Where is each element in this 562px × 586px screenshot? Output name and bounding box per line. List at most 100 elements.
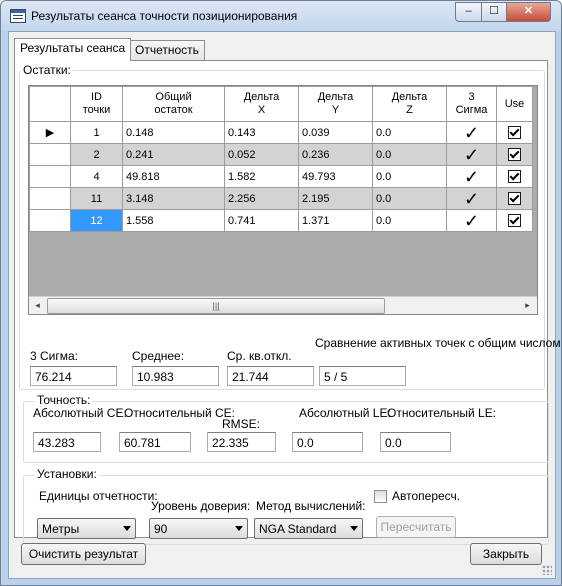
cell-sigma[interactable]: ✓ — [446, 187, 497, 210]
mean-field[interactable]: 10.983 — [132, 366, 219, 386]
mean-label: Среднее: — [132, 349, 185, 363]
close-button[interactable]: Закрыть — [470, 543, 542, 565]
row-header[interactable] — [29, 209, 71, 232]
window-title: Результаты сеанса точности позиционирова… — [31, 9, 298, 23]
title-bar[interactable]: Результаты сеанса точности позиционирова… — [1, 1, 561, 31]
table-row[interactable]: 2 0.241 0.052 0.236 0.0 ✓ — [29, 143, 533, 166]
minimize-button[interactable]: ‒ — [455, 2, 482, 22]
cell-use[interactable] — [496, 165, 533, 188]
scroll-right-arrow-icon[interactable]: ▸ — [519, 297, 536, 314]
cell-dy[interactable]: 0.236 — [298, 143, 373, 166]
cell-id[interactable]: 11 — [70, 187, 123, 210]
method-select[interactable]: NGA Standard — [254, 518, 363, 539]
cell-use[interactable] — [496, 121, 533, 144]
column-header-use[interactable]: Use — [496, 86, 533, 122]
cell-id[interactable]: 4 — [70, 165, 123, 188]
row-header[interactable] — [29, 143, 71, 166]
use-checkbox[interactable] — [508, 148, 521, 161]
cell-sigma[interactable]: ✓ — [446, 165, 497, 188]
abs-le-field[interactable]: 0.0 — [292, 432, 363, 452]
cell-total[interactable]: 3.148 — [122, 187, 225, 210]
checkmark-icon: ✓ — [463, 144, 480, 165]
cell-dz[interactable]: 0.0 — [372, 121, 447, 144]
row-header[interactable] — [29, 187, 71, 210]
cell-dx[interactable]: 1.582 — [224, 165, 299, 188]
cell-dx[interactable]: 0.143 — [224, 121, 299, 144]
resize-grip-icon[interactable] — [542, 565, 552, 575]
column-header-sigma[interactable]: 3 Сигма — [446, 86, 497, 122]
cell-sigma[interactable]: ✓ — [446, 121, 497, 144]
chevron-down-icon — [235, 526, 243, 531]
cell-use[interactable] — [496, 143, 533, 166]
horizontal-scrollbar[interactable]: ◂ ||| ▸ — [29, 296, 537, 314]
cell-sigma[interactable]: ✓ — [446, 143, 497, 166]
close-window-button[interactable]: ✕ — [506, 2, 551, 22]
auto-recalc-checkbox[interactable] — [374, 490, 387, 503]
rms-field[interactable]: 21.744 — [227, 366, 314, 386]
table-row[interactable]: ▶ 1 0.148 0.143 0.039 0.0 ✓ — [29, 121, 533, 144]
use-checkbox[interactable] — [508, 192, 521, 205]
cell-dx[interactable]: 0.052 — [224, 143, 299, 166]
abs-ce-field[interactable]: 43.283 — [33, 432, 101, 452]
cell-sigma[interactable]: ✓ — [446, 209, 497, 232]
cell-dx[interactable]: 0.741 — [224, 209, 299, 232]
cell-dz[interactable]: 0.0 — [372, 187, 447, 210]
column-header-dx[interactable]: Дельта X — [224, 86, 299, 122]
checkmark-icon: ✓ — [463, 166, 480, 187]
cell-dy[interactable]: 1.371 — [298, 209, 373, 232]
cell-dz[interactable]: 0.0 — [372, 209, 447, 232]
confidence-label: Уровень доверия: — [151, 499, 251, 513]
cell-total[interactable]: 49.818 — [122, 165, 225, 188]
table-row[interactable]: 4 49.818 1.582 49.793 0.0 ✓ — [29, 165, 533, 188]
column-header-dz[interactable]: Дельта Z — [372, 86, 447, 122]
table-window-icon — [10, 9, 26, 23]
confidence-select[interactable]: 90 — [149, 518, 248, 539]
use-checkbox[interactable] — [508, 214, 521, 227]
cell-total[interactable]: 1.558 — [122, 209, 225, 232]
clear-results-button[interactable]: Очистить результат — [21, 543, 146, 565]
tab-panel: Остатки: ID точки Общий остаток Дельта X Де — [14, 60, 561, 545]
table-row[interactable]: 11 3.148 2.256 2.195 0.0 ✓ — [29, 187, 533, 210]
rmse-field[interactable]: 22.335 — [207, 432, 276, 452]
units-select[interactable]: Метры — [37, 518, 136, 539]
cell-dz[interactable]: 0.0 — [372, 143, 447, 166]
rel-le-field[interactable]: 0.0 — [380, 432, 451, 452]
scroll-thumb[interactable]: ||| — [47, 298, 385, 314]
abs-ce-label: Абсолютный CE: — [33, 406, 127, 420]
cell-dz[interactable]: 0.0 — [372, 165, 447, 188]
row-header[interactable]: ▶ — [29, 121, 71, 144]
row-header[interactable] — [29, 165, 71, 188]
cell-dx[interactable]: 2.256 — [224, 187, 299, 210]
cell-total[interactable]: 0.148 — [122, 121, 225, 144]
rel-ce-field[interactable]: 60.781 — [119, 432, 191, 452]
cell-id[interactable]: 2 — [70, 143, 123, 166]
tab-session-results[interactable]: Результаты сеанса — [14, 38, 132, 61]
cell-id[interactable]: 12 — [70, 209, 123, 232]
use-checkbox[interactable] — [508, 170, 521, 183]
column-header-total[interactable]: Общий остаток — [122, 86, 225, 122]
active-ratio-field[interactable]: 5 / 5 — [319, 366, 406, 386]
abs-le-label: Абсолютный LE: — [299, 406, 391, 420]
checkmark-icon: ✓ — [463, 122, 480, 143]
maximize-button[interactable]: ☐ — [481, 2, 507, 22]
residuals-grid[interactable]: ID точки Общий остаток Дельта X Дельта Y Дел… — [28, 85, 538, 315]
column-header-id[interactable]: ID точки — [70, 86, 123, 122]
column-header-dy[interactable]: Дельта Y — [298, 86, 373, 122]
rel-le-label: Относительный LE: — [387, 406, 497, 420]
cell-dy[interactable]: 2.195 — [298, 187, 373, 210]
tab-reporting[interactable]: Отчетность — [129, 40, 205, 61]
cell-dy[interactable]: 49.793 — [298, 165, 373, 188]
scroll-left-arrow-icon[interactable]: ◂ — [29, 297, 46, 314]
use-checkbox[interactable] — [508, 126, 521, 139]
sigma-label: 3 Сигма: — [30, 349, 79, 363]
table-row[interactable]: 12 1.558 0.741 1.371 0.0 ✓ — [29, 209, 533, 232]
sigma-field[interactable]: 76.214 — [30, 366, 117, 386]
cell-dy[interactable]: 0.039 — [298, 121, 373, 144]
cell-use[interactable] — [496, 187, 533, 210]
settings-group-label: Установки: — [35, 467, 99, 481]
cell-id[interactable]: 1 — [70, 121, 123, 144]
cell-total[interactable]: 0.241 — [122, 143, 225, 166]
units-label: Единицы отчетности: — [39, 489, 158, 503]
cell-use[interactable] — [496, 209, 533, 232]
recalculate-button[interactable]: Пересчитать — [376, 516, 456, 538]
